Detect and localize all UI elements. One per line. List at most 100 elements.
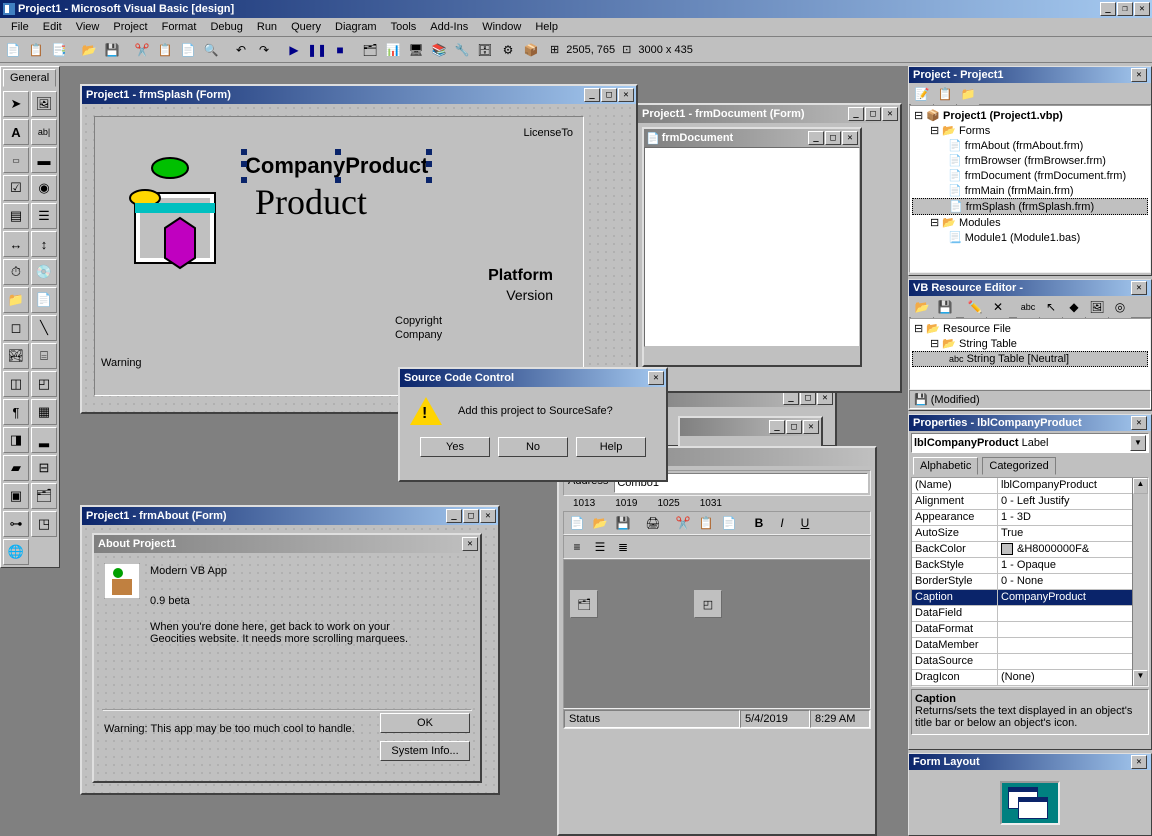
optionbutton-tool[interactable]: ◉	[31, 175, 57, 201]
menu-diagram[interactable]: Diagram	[328, 19, 384, 35]
toolbox-tab-general[interactable]: General	[3, 69, 56, 87]
combobox-tool[interactable]: ▤	[3, 203, 29, 229]
about-icon[interactable]	[104, 563, 140, 599]
platform-label[interactable]: Platform	[488, 267, 553, 285]
close-button[interactable]: ✕	[1131, 281, 1147, 295]
tab-alphabetic[interactable]: Alphabetic	[913, 457, 978, 475]
new-project-button[interactable]: 📄	[2, 39, 24, 61]
about-version[interactable]: 0.9 beta	[150, 595, 190, 607]
close-button[interactable]: ✕	[1131, 755, 1147, 769]
print-button[interactable]: 🖨	[642, 512, 664, 534]
res-string-button[interactable]: abc	[1017, 296, 1039, 318]
license-label[interactable]: LicenseTo	[523, 127, 573, 139]
shape-tool[interactable]: ◻	[3, 315, 29, 341]
close-button[interactable]: ✕	[817, 391, 833, 405]
close-button[interactable]: ✕	[648, 371, 664, 385]
property-row[interactable]: DataField	[912, 606, 1132, 622]
object-selector[interactable]: lblCompanyProduct Label ▼	[911, 433, 1149, 453]
minimize-button[interactable]: _	[769, 420, 785, 434]
component-button[interactable]: ⚙	[497, 39, 519, 61]
paste-button[interactable]: 📄	[177, 39, 199, 61]
form-layout-button[interactable]: 🖥	[405, 39, 427, 61]
close-button[interactable]: ✕	[1131, 416, 1147, 430]
property-row[interactable]: Appearance1 - 3D	[912, 510, 1132, 526]
scrollbar[interactable]: ▲ ▼	[1132, 478, 1148, 686]
menu-tools[interactable]: Tools	[384, 19, 424, 35]
view-object-button[interactable]: 📋	[934, 83, 956, 105]
screen-preview[interactable]	[1000, 781, 1060, 825]
undo-button[interactable]: ↶	[230, 39, 252, 61]
version-label[interactable]: Version	[506, 287, 553, 303]
resource-button[interactable]: 📦	[520, 39, 542, 61]
copy-button[interactable]: 📋	[154, 39, 176, 61]
commondialog-control[interactable]: ◰	[694, 590, 722, 618]
progressbar-tool[interactable]: ▰	[3, 455, 29, 481]
minimize-button[interactable]: _	[808, 131, 824, 145]
menu-view[interactable]: View	[69, 19, 107, 35]
align-left-button[interactable]: ≡	[566, 536, 588, 558]
statusbar-tool[interactable]: ▂	[31, 427, 57, 453]
about-blurb[interactable]: When you're done here, get back to work …	[150, 621, 430, 645]
menu-debug[interactable]: Debug	[203, 19, 249, 35]
dropdown-icon[interactable]: ▼	[1130, 435, 1146, 451]
company-label[interactable]: Company	[395, 329, 442, 341]
maximize-button[interactable]: □	[800, 391, 816, 405]
help-button[interactable]: Help	[576, 437, 646, 457]
frmmain-designer[interactable]: frmMain (MDIForm) Address Combo1 1013 10…	[557, 446, 877, 836]
tabstrip-tool[interactable]: ▦	[31, 399, 57, 425]
image-tool[interactable]: 🏞	[3, 343, 29, 369]
property-row[interactable]: DataFormat	[912, 622, 1132, 638]
tree-forms-folder[interactable]: ⊟ 📂 Forms	[912, 123, 1148, 138]
property-row[interactable]: Alignment0 - Left Justify	[912, 494, 1132, 510]
data-tool[interactable]: ⌸	[31, 343, 57, 369]
new-button[interactable]: 📄	[566, 512, 588, 534]
menu-help[interactable]: Help	[528, 19, 565, 35]
break-button[interactable]: ❚❚	[306, 39, 328, 61]
tree-module-item[interactable]: 📃 Module1 (Module1.bas)	[912, 230, 1148, 245]
res-edit-button[interactable]: ✏️	[964, 296, 986, 318]
close-button[interactable]: ✕	[462, 537, 478, 551]
res-cursor-button[interactable]: ↖	[1040, 296, 1062, 318]
cut-button[interactable]: ✂️	[672, 512, 694, 534]
ok-button[interactable]: OK	[380, 713, 470, 733]
warning-label[interactable]: Warning	[101, 357, 142, 369]
toolbox-button[interactable]: 🔧	[451, 39, 473, 61]
commandbutton-tool[interactable]: ▬	[31, 147, 57, 173]
tree-form-item[interactable]: 📄 frmAbout (frmAbout.frm)	[912, 138, 1148, 153]
menu-project[interactable]: Project	[106, 19, 154, 35]
maximize-button[interactable]: □	[601, 88, 617, 102]
property-row[interactable]: BackStyle1 - Opaque	[912, 558, 1132, 574]
cut-button[interactable]: ✂️	[131, 39, 153, 61]
frame-tool[interactable]: ▭	[3, 147, 29, 173]
imagelist-tool[interactable]: 🗂	[31, 483, 57, 509]
vscrollbar-tool[interactable]: ↕	[31, 231, 57, 257]
inet-tool[interactable]: 🌐	[3, 539, 29, 565]
res-custom-button[interactable]: ◎	[1109, 296, 1131, 318]
open-button[interactable]: 📂	[78, 39, 100, 61]
system-info-button[interactable]: System Info...	[380, 741, 470, 761]
dirlistbox-tool[interactable]: 📁	[3, 287, 29, 313]
tab-categorized[interactable]: Categorized	[982, 457, 1055, 475]
save-button[interactable]: 💾	[612, 512, 634, 534]
italic-button[interactable]: I	[771, 512, 793, 534]
pointer-tool[interactable]: ➤	[3, 91, 29, 117]
menu-run[interactable]: Run	[250, 19, 284, 35]
tree-form-item-selected[interactable]: 📄 frmSplash (frmSplash.frm)	[912, 198, 1148, 215]
object-browser-button[interactable]: 📚	[428, 39, 450, 61]
menu-addins[interactable]: Add-Ins	[423, 19, 475, 35]
tree-resource-file[interactable]: ⊟ 📂 Resource File	[912, 321, 1148, 336]
toggle-folders-button[interactable]: 📁	[957, 83, 979, 105]
minimize-button[interactable]: _	[446, 509, 462, 523]
properties-button[interactable]: 📊	[382, 39, 404, 61]
property-row[interactable]: (Name)lblCompanyProduct	[912, 478, 1132, 494]
align-center-button[interactable]: ☰	[589, 536, 611, 558]
close-button[interactable]: ✕	[882, 107, 898, 121]
restore-button[interactable]: ❐	[1117, 2, 1133, 16]
frmdocument-titlebar[interactable]: Project1 - frmDocument (Form) _ □ ✕	[638, 105, 900, 123]
filelistbox-tool[interactable]: 📄	[31, 287, 57, 313]
open-button[interactable]: 📂	[589, 512, 611, 534]
property-row[interactable]: BackColor&H8000000F&	[912, 542, 1132, 558]
tree-string-table[interactable]: ⊟ 📂 String Table	[912, 336, 1148, 351]
tree-form-item[interactable]: 📄 frmBrowser (frmBrowser.frm)	[912, 153, 1148, 168]
maximize-button[interactable]: □	[825, 131, 841, 145]
